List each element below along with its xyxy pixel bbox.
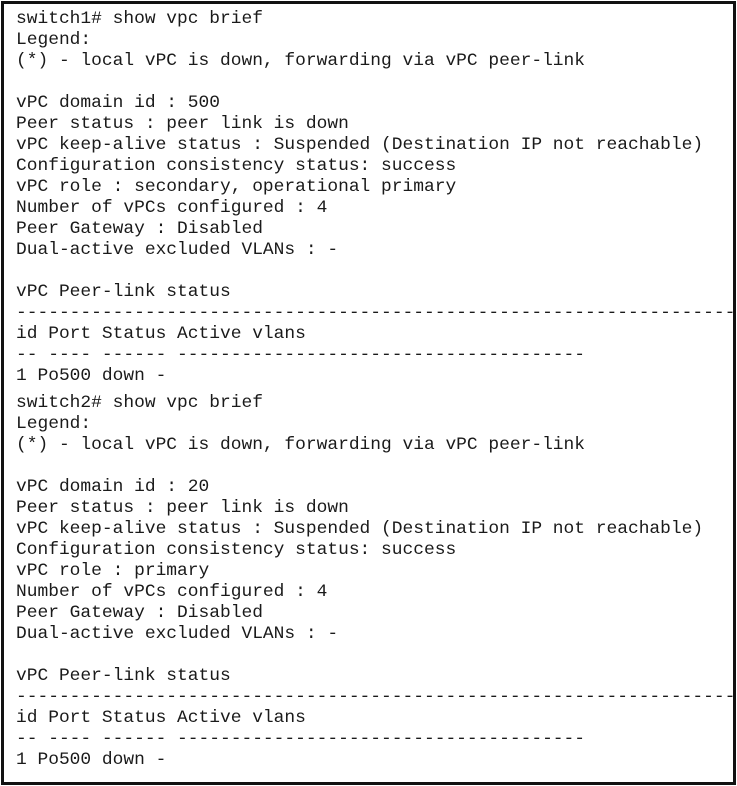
consistency-status: Configuration consistency status: succes… (16, 156, 457, 176)
vpc-domain-id: vPC domain id : 500 (16, 93, 220, 113)
table-header-underline: -- ---- ------ -------------------------… (16, 345, 586, 365)
legend-text: (*) - local vPC is down, forwarding via … (16, 435, 586, 455)
table-row: 1 Po500 down - (16, 750, 167, 770)
separator-line: ----------------------------------------… (16, 303, 737, 323)
table-header: id Port Status Active vlans (16, 324, 306, 344)
legend-label: Legend: (16, 414, 92, 434)
legend-text: (*) - local vPC is down, forwarding via … (16, 51, 586, 71)
keepalive-status: vPC keep-alive status : Suspended (Desti… (16, 519, 704, 539)
vpcs-configured: Number of vPCs configured : 4 (16, 582, 328, 602)
vpcs-configured: Number of vPCs configured : 4 (16, 198, 328, 218)
terminal-output-panel: switch1# show vpc brief Legend: (*) - lo… (1, 1, 737, 785)
peer-gateway: Peer Gateway : Disabled (16, 219, 263, 239)
consistency-status: Configuration consistency status: succes… (16, 540, 457, 560)
command-prompt: switch1# show vpc brief (16, 9, 263, 29)
keepalive-status: vPC keep-alive status : Suspended (Desti… (16, 135, 704, 155)
terminal-content: switch1# show vpc brief Legend: (*) - lo… (16, 9, 737, 771)
peer-status: Peer status : peer link is down (16, 114, 349, 134)
dual-active-excluded-vlans: Dual-active excluded VLANs : - (16, 624, 339, 644)
switch1-output: switch1# show vpc brief Legend: (*) - lo… (16, 9, 737, 387)
peer-link-status-heading: vPC Peer-link status (16, 282, 231, 302)
peer-status: Peer status : peer link is down (16, 498, 349, 518)
vpc-role: vPC role : secondary, operational primar… (16, 177, 457, 197)
vpc-role: vPC role : primary (16, 561, 210, 581)
table-row: 1 Po500 down - (16, 366, 167, 386)
legend-label: Legend: (16, 30, 92, 50)
table-header-underline: -- ---- ------ -------------------------… (16, 729, 586, 749)
dual-active-excluded-vlans: Dual-active excluded VLANs : - (16, 240, 339, 260)
switch2-output: switch2# show vpc brief Legend: (*) - lo… (16, 393, 737, 771)
peer-gateway: Peer Gateway : Disabled (16, 603, 263, 623)
table-header: id Port Status Active vlans (16, 708, 306, 728)
peer-link-status-heading: vPC Peer-link status (16, 666, 231, 686)
vpc-domain-id: vPC domain id : 20 (16, 477, 210, 497)
separator-line: ----------------------------------------… (16, 687, 737, 707)
command-prompt: switch2# show vpc brief (16, 393, 263, 413)
